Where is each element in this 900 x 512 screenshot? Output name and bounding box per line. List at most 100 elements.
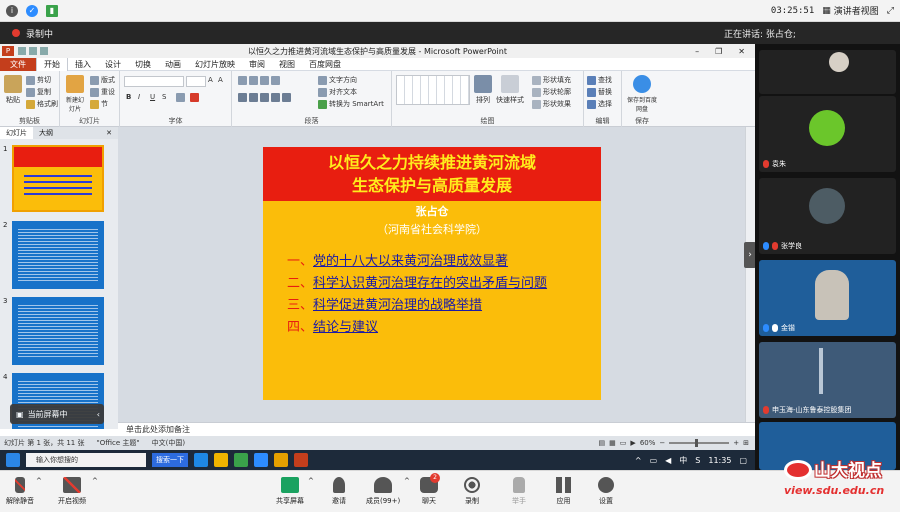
wechat-icon[interactable]	[234, 453, 248, 467]
fullscreen-icon[interactable]: ⤢	[887, 6, 894, 16]
edge-icon[interactable]	[194, 453, 208, 467]
share-screen-icon	[281, 477, 299, 493]
video-tile-yuanzhu[interactable]: 袁朱	[759, 96, 896, 172]
participant-name-text: 申玉海-山东鲁泰控股集团	[772, 406, 852, 414]
item-text: 科学促进黄河治理的战略举措	[313, 298, 483, 313]
slide-thumbnail-2[interactable]	[12, 221, 104, 289]
zoom-app-icon[interactable]	[254, 453, 268, 467]
watermark-title: 山大视点	[814, 461, 882, 481]
view-slideshow-icon[interactable]: ▶	[630, 439, 635, 447]
tab-slides[interactable]: 幻灯片	[0, 127, 33, 139]
item-num: 四、	[287, 320, 314, 335]
taskbar-search-input[interactable]: 输入你想搜的	[26, 453, 146, 467]
invite-icon	[333, 477, 345, 493]
outline-item[interactable]: 四、结论与建议	[287, 317, 597, 339]
avatar	[809, 188, 845, 224]
recording-indicator[interactable]: 录制中	[0, 22, 755, 44]
current-slide[interactable]: 以恒久之力持续推进黄河流域 生态保护与高质量发展 张占仓 （河南省社会科学院） …	[263, 147, 601, 400]
invite-label: 邀请	[332, 497, 346, 505]
invite-button[interactable]: 邀请	[332, 477, 346, 506]
info-icon[interactable]: i	[6, 4, 18, 17]
video-tile-shenyuhai[interactable]: 申玉海-山东鲁泰控股集团	[759, 342, 896, 418]
chat-button[interactable]: 聊天 2	[420, 473, 440, 506]
volume-icon[interactable]: ◀	[665, 456, 671, 465]
speaker-video	[815, 270, 849, 320]
item-text: 科学认识黄河治理存在的突出矛盾与问题	[313, 276, 548, 291]
network-icon[interactable]: ▭	[650, 456, 658, 465]
close-pane-icon[interactable]: ✕	[100, 127, 118, 139]
sogou-indicator[interactable]: S	[695, 456, 700, 465]
windows-start-icon[interactable]	[6, 453, 20, 467]
ime-indicator[interactable]: 中	[679, 455, 687, 466]
view-sorter-icon[interactable]: ▦	[609, 439, 616, 447]
thumb-line	[24, 181, 92, 183]
slide-count: 幻灯片 第 1 张，共 11 张	[4, 439, 85, 447]
fit-slide-icon[interactable]: ⊞	[743, 439, 749, 447]
pane-tabs: 幻灯片 大纲 ✕	[0, 127, 118, 139]
participant-name: 张学良	[763, 241, 802, 251]
slide-institution: （河南省社会科学院）	[377, 223, 487, 236]
participant-name: 申玉海-山东鲁泰控股集团	[763, 405, 852, 415]
outline-item[interactable]: 二、科学认识黄河治理存在的突出矛盾与问题	[287, 273, 597, 295]
zoom-out-icon[interactable]: −	[659, 439, 665, 447]
video-tile-jinkai[interactable]: 金锴	[759, 260, 896, 336]
monitor-icon: ▣	[16, 409, 24, 419]
participants-icon	[374, 477, 393, 493]
record-icon	[464, 477, 480, 493]
slides-pane: 1 2 3 4	[0, 139, 118, 429]
share-screen-button[interactable]: 共享屏幕	[276, 477, 304, 506]
avatar	[829, 52, 849, 72]
unmute-button[interactable]: 解除静音	[6, 477, 34, 506]
user-icon	[763, 324, 769, 332]
slide-thumbnail-3[interactable]	[12, 297, 104, 365]
folder-icon[interactable]	[214, 453, 228, 467]
outline-item[interactable]: 一、党的十八大以来黄河治理成效显著	[287, 251, 597, 273]
unmute-options-chevron[interactable]: ^	[36, 477, 42, 485]
zoom-slider[interactable]	[669, 439, 730, 447]
language[interactable]: 中文(中国)	[152, 438, 185, 448]
mic-muted-icon	[15, 477, 25, 493]
video-tile[interactable]	[759, 50, 896, 94]
outline-item[interactable]: 三、科学促进黄河治理的战略举措	[287, 295, 597, 317]
unmute-label: 解除静音	[6, 497, 34, 505]
participants-options-chevron[interactable]: ^	[404, 477, 410, 485]
view-normal-icon[interactable]: ▤	[599, 439, 606, 447]
explorer-icon[interactable]	[274, 453, 288, 467]
video-options-chevron[interactable]: ^	[92, 477, 98, 485]
taskbar-clock[interactable]: 11:35	[708, 456, 731, 465]
notes-field[interactable]: 单击此处添加备注	[118, 422, 755, 436]
search-placeholder: 输入你想搜的	[36, 456, 78, 464]
view-label: 演讲者视图	[833, 7, 879, 17]
participant-name-text: 袁朱	[772, 160, 786, 168]
start-video-button[interactable]: 开启视频	[58, 477, 86, 506]
share-options-chevron[interactable]: ^	[308, 477, 314, 485]
vertical-scrollbar[interactable]	[745, 127, 755, 422]
view-reading-icon[interactable]: ▭	[620, 439, 627, 447]
active-speaker-label: 正在讲话: 张占仓;	[700, 22, 900, 44]
windows-taskbar: 输入你想搜的 搜索一下 ^ ▭ ◀ 中 S 11:35 ▢	[0, 450, 755, 470]
shield-icon[interactable]: ✓	[26, 4, 38, 17]
participants-label: 成员(99+)	[366, 497, 401, 505]
notification-icon[interactable]: ▢	[739, 456, 747, 465]
zoom-level[interactable]: 60%	[640, 439, 656, 447]
record-button[interactable]: 录制	[464, 477, 480, 506]
apps-button[interactable]: 应用	[556, 477, 571, 506]
chevron-left-icon[interactable]: ‹	[97, 410, 104, 419]
powerpoint-task-icon[interactable]	[294, 453, 308, 467]
tab-outline[interactable]: 大纲	[33, 127, 59, 139]
presenting-banner[interactable]: ▣ 当前屏幕中 ‹	[10, 404, 104, 424]
thumb-line	[24, 187, 92, 189]
raise-hand-label: 举手	[512, 497, 526, 505]
zoom-in-icon[interactable]: +	[733, 439, 739, 447]
raise-hand-button[interactable]: 举手	[512, 477, 526, 506]
chevron-up-icon[interactable]: ^	[635, 456, 642, 465]
zoom-bottom-toolbar: 解除静音 ^ 开启视频 ^ 共享屏幕 ^ 邀请 成员(99+) ^ 聊天 2 录	[0, 470, 900, 512]
signal-icon[interactable]: ▮	[46, 4, 58, 17]
participants-button[interactable]: 成员(99+)	[366, 477, 400, 506]
mic-icon	[772, 324, 778, 332]
slide-thumbnail-1[interactable]	[12, 145, 104, 212]
view-switch-button[interactable]: ▦ 演讲者视图	[822, 4, 879, 18]
video-tile-zhangxueliang[interactable]: 张学良	[759, 178, 896, 254]
taskbar-search-button[interactable]: 搜索一下	[152, 453, 188, 467]
settings-button[interactable]: 设置	[598, 477, 614, 506]
